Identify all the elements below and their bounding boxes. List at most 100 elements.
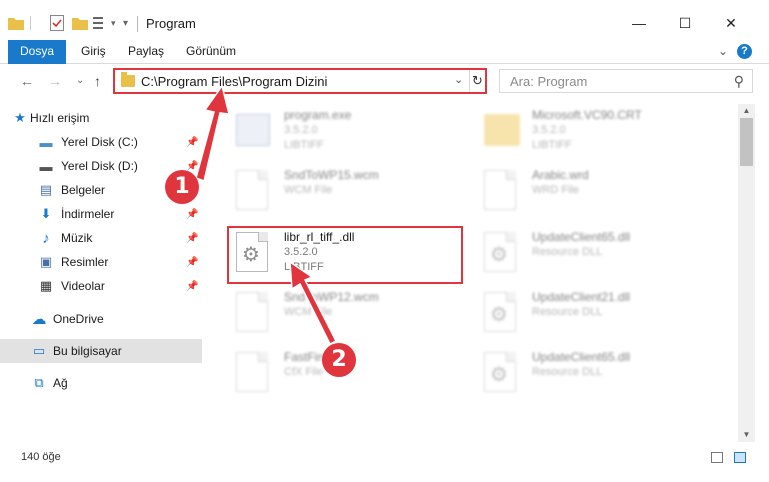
file-type: WCM File [284,306,333,318]
documents-icon: ▤ [39,182,53,197]
dll-file-icon: ⚙ [484,352,522,398]
new-folder-icon[interactable] [72,13,88,33]
file-item[interactable]: SndToWP15.wcm WCM File [218,164,468,222]
pictures-icon: ▣ [39,254,53,269]
title-bar: ▾ ▾ Program — ☐ ✕ [0,0,769,40]
help-icon[interactable]: ? [737,44,752,59]
customize-icon[interactable]: ▾ [93,13,116,33]
address-path[interactable]: C:\Program Files\Program Dizini [141,74,327,89]
sidebar-item-music[interactable]: ♪ Müzik 📌 [0,226,202,250]
sidebar-item-videos[interactable]: ▦ Videolar 📌 [0,274,202,298]
music-icon: ♪ [42,229,50,247]
document-icon [484,170,522,216]
file-item[interactable]: program.exe 3.5.2.0 LIBTIFF [218,104,468,162]
sidebar-item-this-pc[interactable]: ▭ Bu bilgisayar [0,339,202,363]
sidebar-item-pictures[interactable]: ▣ Resimler 📌 [0,250,202,274]
file-item[interactable]: ⚙ UpdateClient65.dll Resource DLL [466,226,716,284]
sidebar-item-downloads[interactable]: ⬇ İndirmeler 📌 [0,202,202,226]
file-type: WCM File [284,184,333,196]
title-separator [137,16,138,32]
sidebar-item-onedrive[interactable]: ☁ OneDrive [0,307,202,331]
file-type: Resource DLL [532,246,603,258]
expand-ribbon-icon[interactable]: ⌄ [718,44,728,58]
sidebar-item-network[interactable]: ⧉ Ağ [0,371,202,395]
status-bar: 140 öğe [0,446,769,470]
sidebar-item-label: Hızlı erişim [30,111,90,125]
file-name: SndToWP12.wcm [284,290,379,304]
navigation-pane: ★ Hızlı erişim ▬ Yerel Disk (C:) 📌 ▬ Yer… [0,104,205,442]
sidebar-item-label: Ağ [53,376,68,390]
details-view-icon[interactable] [711,452,723,463]
large-icons-view-icon[interactable] [734,452,746,463]
item-count: 140 öğe [21,451,61,463]
pin-icon: 📌 [186,256,199,268]
sidebar-item-quick-access[interactable]: ★ Hızlı erişim [0,106,202,130]
vertical-scrollbar[interactable]: ▲ ▼ [738,104,755,442]
drive-icon: ▬ [39,134,53,150]
back-button[interactable]: ← [20,73,34,89]
file-name: UpdateClient65.dll [532,350,631,364]
scroll-down-icon[interactable]: ▼ [738,428,755,442]
pin-icon: 📌 [186,160,199,172]
sidebar-item-label: Bu bilgisayar [53,344,122,358]
scroll-up-icon[interactable]: ▲ [738,104,755,118]
maximize-button[interactable]: ☐ [671,10,699,36]
dll-file-icon: ⚙ [484,292,522,338]
sidebar-item-label: Videolar [61,279,105,293]
file-name: program.exe [284,108,352,122]
scroll-thumb[interactable] [740,118,753,166]
file-item[interactable]: SndToWP12.wcm WCM File [218,286,468,344]
document-icon [236,170,274,216]
search-box[interactable]: Ara: Program ⚲ [499,69,753,93]
file-highlight-box [227,226,463,284]
address-bar[interactable]: C:\Program Files\Program Dizini ⌄ ↻ [113,68,487,94]
file-version: 3.5.2.0 [284,124,318,136]
file-item[interactable]: ⚙ UpdateClient21.dll Resource DLL [466,286,716,344]
document-icon [236,352,274,398]
close-button[interactable]: ✕ [717,10,745,36]
sidebar-item-label: Resimler [61,255,109,269]
file-item[interactable]: Arabic.wrd WRD File [466,164,716,222]
file-version: 3.5.2.0 [532,124,566,136]
search-input[interactable]: Ara: Program [510,74,587,89]
file-item[interactable]: Microsoft.VC90.CRT 3.5.2.0 LIBTIFF [466,104,716,162]
pin-icon: 📌 [186,232,199,244]
file-name: Arabic.wrd [532,168,589,182]
pin-icon: 📌 [186,208,199,220]
file-type: Resource DLL [532,306,603,318]
drive-icon: ▬ [39,158,53,174]
tab-view[interactable]: Görünüm [186,40,236,63]
video-icon: ▦ [39,278,53,293]
file-name: Microsoft.VC90.CRT [532,108,642,122]
address-dropdown-icon[interactable]: ⌄ [454,73,463,86]
search-icon: ⚲ [733,73,744,89]
tab-home[interactable]: Giriş [81,40,106,63]
file-type: WRD File [532,184,580,196]
sidebar-item-label: Müzik [61,231,93,245]
pin-icon: 📌 [186,280,199,292]
sidebar-item-local-disk-c[interactable]: ▬ Yerel Disk (C:) 📌 [0,130,202,154]
window-title: Program [146,16,196,31]
file-type: Resource DLL [532,366,603,378]
folder-icon [121,72,135,87]
file-item[interactable]: ⚙ UpdateClient65.dll Resource DLL [466,346,716,404]
file-description: LIBTIFF [284,139,324,151]
folder-icon [8,13,24,33]
sidebar-item-label: Yerel Disk (D:) [61,159,138,173]
file-type: CfX File [284,366,324,378]
network-icon: ⧉ [34,375,44,390]
file-name: UpdateClient65.dll [532,230,631,244]
minimize-button[interactable]: — [625,10,653,36]
properties-icon[interactable] [50,13,64,33]
file-name: UpdateClient21.dll [532,290,631,304]
cloud-icon: ☁ [31,311,47,328]
up-button[interactable]: ↑ [94,73,101,89]
recent-locations-button[interactable]: ⌄ [76,75,84,86]
tab-share[interactable]: Paylaş [128,40,164,63]
forward-button[interactable]: → [48,73,62,89]
refresh-button[interactable]: ↻ [469,70,485,92]
step-1-badge: 1 [165,170,199,204]
exe-file-icon [236,110,274,156]
separator [30,13,31,33]
quick-access-dropdown-icon[interactable]: ▾ [123,13,128,33]
